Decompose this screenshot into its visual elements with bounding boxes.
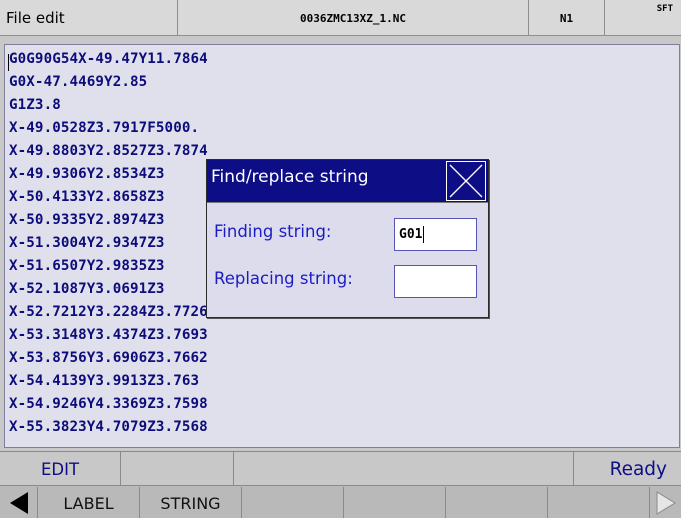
close-button[interactable]	[446, 161, 486, 201]
machine-state: Ready	[609, 458, 667, 480]
softkey-empty-6[interactable]	[548, 487, 650, 518]
prev-softkey-button[interactable]	[0, 487, 38, 518]
finding-string-label: Finding string:	[214, 222, 332, 241]
code-line[interactable]: X-53.3148Y3.4374Z3.7693	[9, 325, 208, 345]
code-line[interactable]: X-51.3004Y2.9347Z3	[9, 233, 165, 253]
softkey-empty-3[interactable]	[242, 487, 344, 518]
code-line[interactable]: X-50.4133Y2.8658Z3	[9, 187, 165, 207]
code-line[interactable]: X-49.9306Y2.8534Z3	[9, 164, 165, 184]
file-name: 0036ZMC13XZ_1.NC	[178, 0, 529, 36]
dialog-body: Finding string: G01 Replacing string:	[207, 202, 488, 317]
input-cursor	[423, 226, 425, 243]
dialog-title: Find/replace string	[211, 167, 369, 187]
code-line[interactable]: X-52.1087Y3.0691Z3	[9, 279, 165, 299]
softkey-bar: LABEL STRING	[0, 485, 681, 518]
header-bar: File edit 0036ZMC13XZ_1.NC N1 SFT	[0, 0, 681, 36]
sequence-number: N1	[529, 0, 605, 36]
status-field-empty	[121, 452, 234, 486]
code-line[interactable]: X-53.8756Y3.6906Z3.7662	[9, 348, 208, 368]
string-softkey[interactable]: STRING	[140, 487, 242, 518]
code-line[interactable]: G0X-47.4469Y2.85	[9, 72, 147, 92]
code-line[interactable]: G1Z3.8	[9, 95, 61, 115]
code-line[interactable]: X-52.7212Y3.2284Z3.7726	[9, 302, 208, 322]
code-line[interactable]: X-54.9246Y4.3369Z3.7598	[9, 394, 208, 414]
find-replace-dialog: Find/replace string Finding string: G01 …	[206, 159, 489, 318]
softkey-empty-4[interactable]	[344, 487, 446, 518]
code-line[interactable]: X-54.4139Y3.9913Z3.763	[9, 371, 199, 391]
screen-title: File edit	[0, 0, 178, 36]
shift-indicator: SFT	[656, 4, 673, 14]
finding-string-input[interactable]: G01	[394, 218, 477, 251]
softkey-empty-5[interactable]	[446, 487, 548, 518]
code-line[interactable]: X-55.3823Y4.7079Z3.7568	[9, 417, 208, 437]
mode-indicator: EDIT	[0, 452, 121, 486]
label-softkey[interactable]: LABEL	[38, 487, 140, 518]
right-arrow-icon	[656, 491, 676, 515]
code-line[interactable]: X-49.8803Y2.8527Z3.7874	[9, 141, 208, 161]
code-line[interactable]: X-49.0528Z3.7917F5000.	[9, 118, 199, 138]
next-softkey-button[interactable]	[650, 487, 681, 518]
replacing-string-input[interactable]	[394, 265, 477, 298]
status-message-area	[234, 452, 574, 486]
replacing-string-label: Replacing string:	[214, 269, 353, 288]
close-icon	[449, 164, 483, 198]
code-line[interactable]: X-50.9335Y2.8974Z3	[9, 210, 165, 230]
code-line[interactable]: X-51.6507Y2.9835Z3	[9, 256, 165, 276]
finding-string-value: G01	[399, 227, 423, 242]
left-arrow-icon	[9, 492, 28, 514]
status-bar: EDIT Ready	[0, 451, 681, 486]
code-line[interactable]: G0G90G54X-49.47Y11.7864	[9, 49, 208, 69]
dialog-title-bar: Find/replace string	[207, 160, 488, 202]
